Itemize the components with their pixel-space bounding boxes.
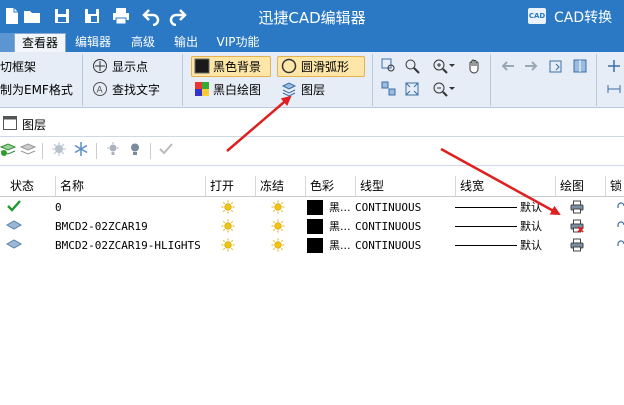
svg-text:A: A — [97, 86, 104, 96]
zoom-extents-icon[interactable] — [404, 81, 420, 97]
new-layer-icon[interactable] — [0, 141, 16, 157]
measure-icon[interactable] — [606, 58, 622, 74]
layer-linetype[interactable]: CONTINUOUS — [355, 198, 421, 217]
lock-icon[interactable] — [616, 237, 624, 256]
arrow-left-icon[interactable] — [500, 58, 516, 74]
col-on[interactable]: 打开 — [205, 176, 255, 196]
layer-status-icon[interactable] — [5, 218, 23, 237]
bw-drawing-button[interactable]: 黑白绘图 — [213, 81, 261, 98]
col-plot[interactable]: 绘图 — [555, 176, 605, 196]
layer-color-swatch[interactable] — [307, 219, 323, 234]
dimension-icon[interactable] — [606, 81, 622, 97]
col-status[interactable]: 状态 — [6, 176, 56, 196]
col-lineweight[interactable]: 线宽 — [455, 176, 555, 196]
layer-panel-title: 图层 — [22, 118, 47, 132]
freeze-all-icon[interactable] — [52, 142, 66, 156]
col-freeze[interactable]: 冻结 — [255, 176, 305, 196]
table-row[interactable]: BMCD2-02ZCAR19 黑... CONTINUOUS 默认 — [0, 217, 624, 236]
layer-color-name[interactable]: 黑... — [329, 198, 351, 217]
layer-linetype[interactable]: CONTINUOUS — [355, 217, 421, 236]
show-points-icon[interactable] — [92, 58, 108, 74]
layer-panel-header: 图层 — [0, 112, 624, 137]
find-text-button[interactable]: 查找文字 — [112, 81, 160, 98]
col-color[interactable]: 色彩 — [305, 176, 355, 196]
lock-icon[interactable] — [616, 199, 624, 218]
layer-color-swatch[interactable] — [307, 238, 323, 253]
smooth-arc-icon — [281, 58, 297, 74]
current-layer-check-icon[interactable] — [6, 199, 22, 218]
zoom-fit-icon[interactable] — [404, 58, 420, 74]
black-background-label: 黑色背景 — [213, 60, 262, 74]
layer-name[interactable]: BMCD2-02ZCAR19-HLIGHTS — [55, 236, 201, 255]
layers-button[interactable]: 图层 — [301, 81, 325, 98]
smooth-arc-label: 圆滑弧形 — [301, 60, 350, 74]
mirror-icon[interactable] — [572, 58, 588, 74]
layers-icon[interactable] — [281, 81, 297, 97]
table-row[interactable]: BMCD2-02ZCAR19-HLIGHTS 黑... CONTINUOUS 默认 — [0, 236, 624, 255]
layer-lineweight[interactable]: 默认 — [520, 217, 542, 236]
rotate-icon[interactable] — [548, 58, 564, 74]
layer-name[interactable]: BMCD2-02ZCAR19 — [55, 217, 148, 236]
delete-layer-icon[interactable] — [20, 141, 36, 157]
zoom-in-icon[interactable] — [432, 58, 448, 74]
layer-status-icon[interactable] — [5, 237, 23, 256]
zoom-previous-icon[interactable] — [381, 81, 397, 97]
lineweight-sample — [455, 226, 517, 227]
emf-format-button[interactable]: 制为EMF格式 — [0, 81, 73, 98]
light-off-icon[interactable] — [106, 142, 120, 156]
layer-color-name[interactable]: 黑... — [329, 217, 351, 236]
zoom-out-icon[interactable] — [432, 81, 448, 97]
ribbon-panel: 切框架 制为EMF格式 显示点 A 查找文字 黑色背景 黑白绘图 圆滑弧形 图层 — [0, 52, 624, 108]
table-row[interactable]: 0 黑... CONTINUOUS 默认 — [0, 198, 624, 217]
chevron-down-icon[interactable] — [448, 59, 456, 73]
layer-color-name[interactable]: 黑... — [329, 236, 351, 255]
layer-lineweight[interactable]: 默认 — [520, 198, 542, 217]
col-linetype[interactable]: 线型 — [355, 176, 455, 196]
bw-drawing-icon[interactable] — [194, 81, 210, 97]
file-menu-button[interactable] — [0, 33, 14, 52]
cad-convert-button[interactable]: CAD转换 — [554, 7, 612, 27]
black-background-icon — [194, 58, 210, 74]
show-points-button[interactable]: 显示点 — [112, 58, 148, 75]
layer-name[interactable]: 0 — [55, 198, 62, 217]
layer-table-header: 状态 名称 打开 冻结 色彩 线型 线宽 绘图 锁 — [0, 176, 624, 197]
cut-frame-button[interactable]: 切框架 — [0, 58, 36, 75]
tab-vip[interactable]: VIP功能 — [212, 33, 264, 52]
window-icon — [3, 116, 17, 130]
layer-color-swatch[interactable] — [307, 200, 323, 215]
layer-toolbar — [0, 137, 624, 166]
title-bar: 迅捷CAD编辑器 CAD CAD转换 — [0, 0, 624, 33]
set-current-check-icon[interactable] — [158, 142, 174, 156]
tab-editor[interactable]: 编辑器 — [70, 33, 116, 52]
tab-output[interactable]: 输出 — [168, 33, 204, 52]
col-name[interactable]: 名称 — [55, 176, 205, 196]
tab-advanced[interactable]: 高级 — [124, 33, 162, 52]
ribbon-tabs: 查看器 编辑器 高级 输出 VIP功能 — [0, 33, 624, 53]
layer-lineweight[interactable]: 默认 — [520, 236, 542, 255]
lineweight-sample — [455, 207, 517, 208]
layer-linetype[interactable]: CONTINUOUS — [355, 236, 421, 255]
lineweight-sample — [455, 245, 517, 246]
plot-printer-icon[interactable] — [570, 238, 584, 257]
snowflake-icon[interactable] — [74, 142, 88, 156]
col-lock[interactable]: 锁 — [605, 176, 624, 196]
tab-viewer[interactable]: 查看器 — [14, 33, 66, 53]
zoom-window-icon[interactable] — [381, 58, 397, 74]
pan-hand-icon[interactable] — [466, 58, 482, 74]
chevron-down-icon[interactable] — [448, 82, 456, 96]
layer-on-sun-icon[interactable] — [221, 238, 235, 257]
lock-icon[interactable] — [616, 218, 624, 237]
find-text-icon[interactable]: A — [92, 81, 108, 97]
arrow-right-icon[interactable] — [523, 58, 539, 74]
bulb-icon[interactable] — [128, 142, 142, 156]
cad-logo-icon: CAD — [528, 8, 546, 24]
layer-freeze-sun-icon[interactable] — [271, 238, 285, 257]
